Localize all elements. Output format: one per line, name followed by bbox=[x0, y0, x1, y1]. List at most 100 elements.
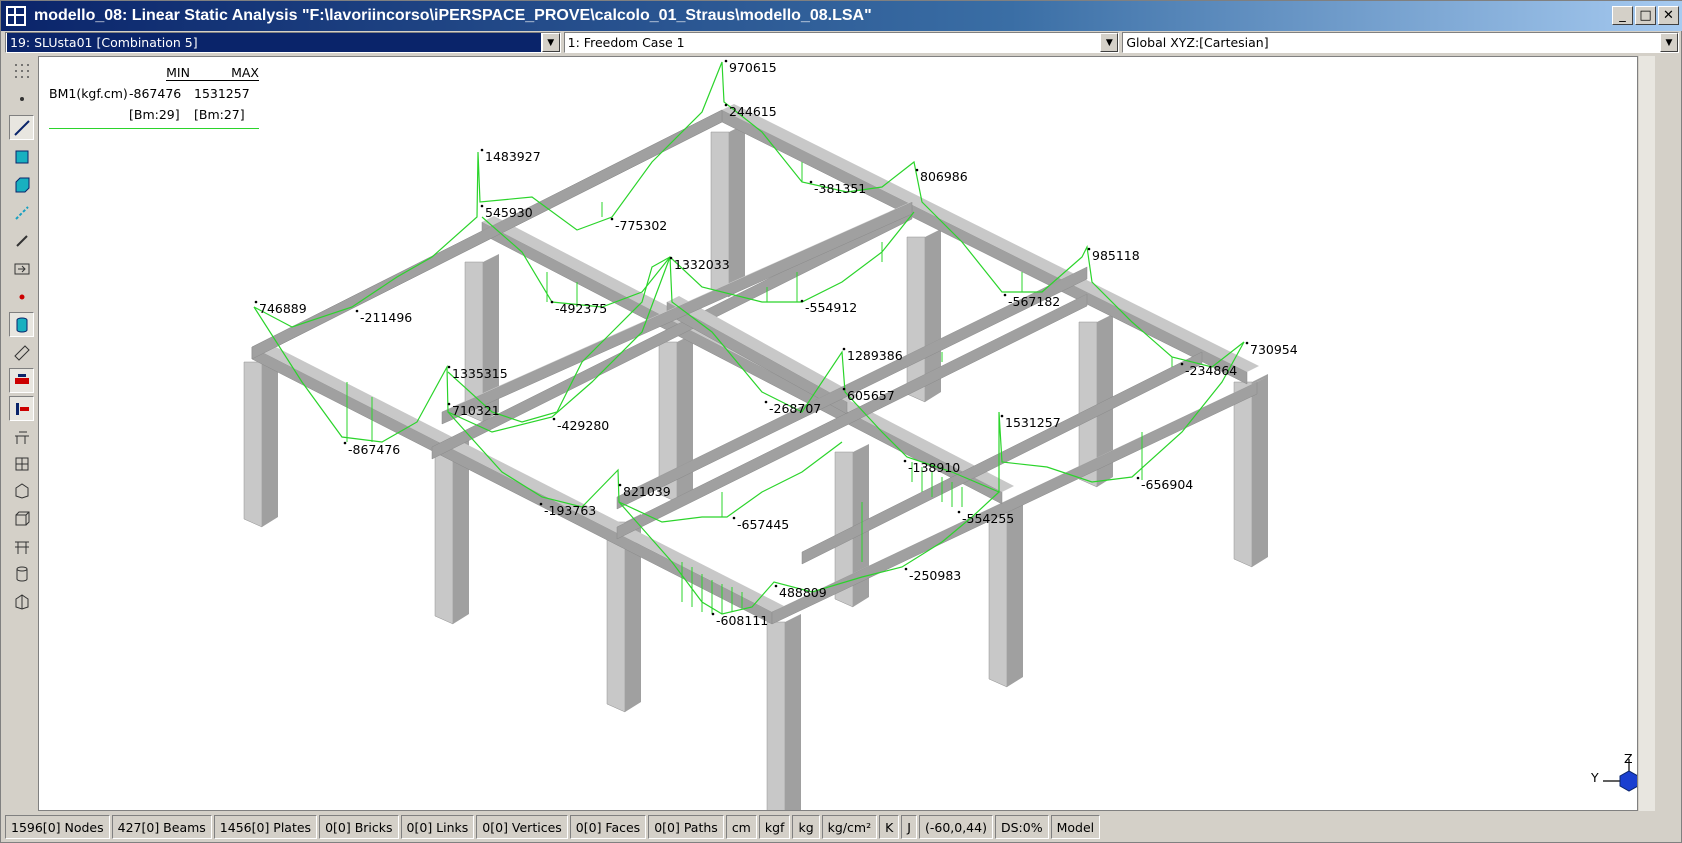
moment-node-marker bbox=[1000, 414, 1004, 418]
status-mode[interactable]: Model bbox=[1050, 815, 1101, 839]
status-links: 0[0] Links bbox=[400, 815, 475, 839]
column-face bbox=[243, 361, 263, 528]
moment-node-marker bbox=[800, 299, 804, 303]
moment-node-marker bbox=[550, 300, 554, 304]
cylinder-icon[interactable] bbox=[9, 312, 34, 337]
cylinder-outline-icon[interactable] bbox=[9, 561, 34, 586]
status-beams: 427[0] Beams bbox=[111, 815, 212, 839]
solid-icon[interactable] bbox=[9, 589, 34, 614]
column-side bbox=[785, 614, 801, 810]
moment-value-label: -429280 bbox=[557, 418, 609, 433]
moment-node-marker bbox=[610, 217, 614, 221]
column-face bbox=[434, 441, 454, 625]
grid-icon[interactable] bbox=[9, 58, 34, 83]
moment-node-marker bbox=[957, 510, 961, 514]
axis-y-label: Y bbox=[1590, 770, 1599, 785]
beam-icon[interactable] bbox=[9, 115, 34, 140]
freedom-case-select[interactable]: 1: Freedom Case 1 ▼ bbox=[563, 32, 1120, 53]
status-unit-temperature[interactable]: K bbox=[879, 815, 900, 839]
moment-node-marker bbox=[732, 516, 736, 520]
moment-value-label: -608111 bbox=[716, 613, 768, 628]
moment-node-marker bbox=[842, 347, 846, 351]
plate-result-icon[interactable] bbox=[9, 396, 34, 421]
moment-node-marker bbox=[355, 309, 359, 313]
column-face bbox=[1233, 381, 1253, 568]
status-coordinates: (-60,0,44) bbox=[918, 815, 993, 839]
app-grid-icon[interactable] bbox=[6, 6, 26, 26]
mesh-icon[interactable] bbox=[9, 451, 34, 476]
load-case-select[interactable]: 19: SLUsta01 [Combination 5] ▼ bbox=[5, 32, 561, 53]
vertical-scrollbar[interactable] bbox=[1639, 56, 1655, 811]
status-ds: DS:0% bbox=[994, 815, 1049, 839]
moment-value-label: 1335315 bbox=[452, 366, 508, 381]
axis-z-label: Z bbox=[1624, 751, 1633, 766]
structure-3d-model: 970615 244615 1483927 545930 -775302 -381351 8… bbox=[243, 59, 1637, 810]
moment-value-label: -657445 bbox=[737, 517, 789, 532]
status-nodes: 1596[0] Nodes bbox=[5, 815, 110, 839]
column-face bbox=[606, 521, 626, 713]
left-toolbar bbox=[5, 56, 37, 811]
moment-value-label: 605657 bbox=[847, 388, 895, 403]
status-paths: 0[0] Paths bbox=[648, 815, 724, 839]
coordinate-system-select[interactable]: Global XYZ:[Cartesian] ▼ bbox=[1122, 32, 1680, 53]
frame-icon[interactable] bbox=[9, 534, 34, 559]
link-icon[interactable] bbox=[9, 200, 34, 225]
column-face bbox=[766, 621, 786, 810]
moment-value-label: -492375 bbox=[555, 301, 607, 316]
moment-node-marker bbox=[480, 204, 484, 208]
moment-node-marker bbox=[480, 148, 484, 152]
concrete-frame bbox=[243, 104, 1269, 810]
chevron-down-icon[interactable]: ▼ bbox=[1100, 33, 1119, 52]
moment-node-marker bbox=[618, 483, 622, 487]
moment-node-marker bbox=[254, 300, 258, 304]
cube-icon[interactable] bbox=[9, 506, 34, 531]
moment-value-label: 545930 bbox=[485, 205, 533, 220]
column-face bbox=[988, 511, 1008, 688]
window-title: modello_08: Linear Static Analysis "F:\l… bbox=[34, 7, 872, 24]
moment-value-label: 970615 bbox=[729, 60, 777, 75]
arrow-box-icon[interactable] bbox=[9, 256, 34, 281]
moment-node-marker bbox=[1180, 362, 1184, 366]
chevron-down-icon[interactable]: ▼ bbox=[541, 33, 560, 52]
status-unit-energy[interactable]: J bbox=[901, 815, 917, 839]
point-icon[interactable] bbox=[9, 284, 34, 309]
moment-value-label: -193763 bbox=[544, 503, 596, 518]
status-unit-mass[interactable]: kg bbox=[792, 815, 820, 839]
status-unit-force[interactable]: kgf bbox=[758, 815, 791, 839]
model-viewport[interactable]: MIN MAX BM1(kgf.cm) -867476 1531257 [Bm:29]… bbox=[38, 56, 1638, 811]
beam-result-icon[interactable] bbox=[9, 368, 34, 393]
chevron-down-icon[interactable]: ▼ bbox=[1660, 33, 1679, 52]
moment-value-label: -775302 bbox=[615, 218, 667, 233]
moment-node-marker bbox=[1087, 247, 1091, 251]
status-unit-stress[interactable]: kg/cm² bbox=[821, 815, 878, 839]
close-button[interactable]: ✕ bbox=[1658, 6, 1679, 25]
pen-icon[interactable] bbox=[9, 228, 34, 253]
column-face bbox=[710, 131, 730, 298]
moment-value-label: 985118 bbox=[1092, 248, 1140, 263]
ruler-icon[interactable] bbox=[9, 340, 34, 365]
column-side bbox=[1252, 374, 1268, 567]
moment-node-marker bbox=[1003, 293, 1007, 297]
plate-icon[interactable] bbox=[9, 144, 34, 169]
beam-top bbox=[722, 104, 1259, 372]
structure-icon[interactable] bbox=[9, 424, 34, 449]
moment-node-marker bbox=[904, 567, 908, 571]
mesh-3d-icon[interactable] bbox=[9, 478, 34, 503]
node-icon[interactable] bbox=[9, 86, 34, 111]
minimize-button[interactable]: _ bbox=[1612, 6, 1633, 25]
beam-side bbox=[721, 109, 1248, 385]
moment-node-marker bbox=[764, 400, 768, 404]
selector-bar: 19: SLUsta01 [Combination 5] ▼ 1: Freedo… bbox=[5, 32, 1680, 54]
status-unit-length[interactable]: cm bbox=[725, 815, 757, 839]
brick-icon[interactable] bbox=[9, 172, 34, 197]
moment-value-label: 710321 bbox=[452, 403, 500, 418]
moment-node-marker bbox=[724, 59, 728, 63]
moment-value-label: 821039 bbox=[623, 484, 671, 499]
moment-node-marker bbox=[809, 180, 813, 184]
maximize-button[interactable]: □ bbox=[1635, 6, 1656, 25]
moment-node-marker bbox=[842, 387, 846, 391]
moment-node-marker bbox=[1136, 476, 1140, 480]
application-window: modello_08: Linear Static Analysis "F:\l… bbox=[0, 0, 1682, 843]
moment-value-label: 1332033 bbox=[674, 257, 730, 272]
moment-node-marker bbox=[552, 417, 556, 421]
